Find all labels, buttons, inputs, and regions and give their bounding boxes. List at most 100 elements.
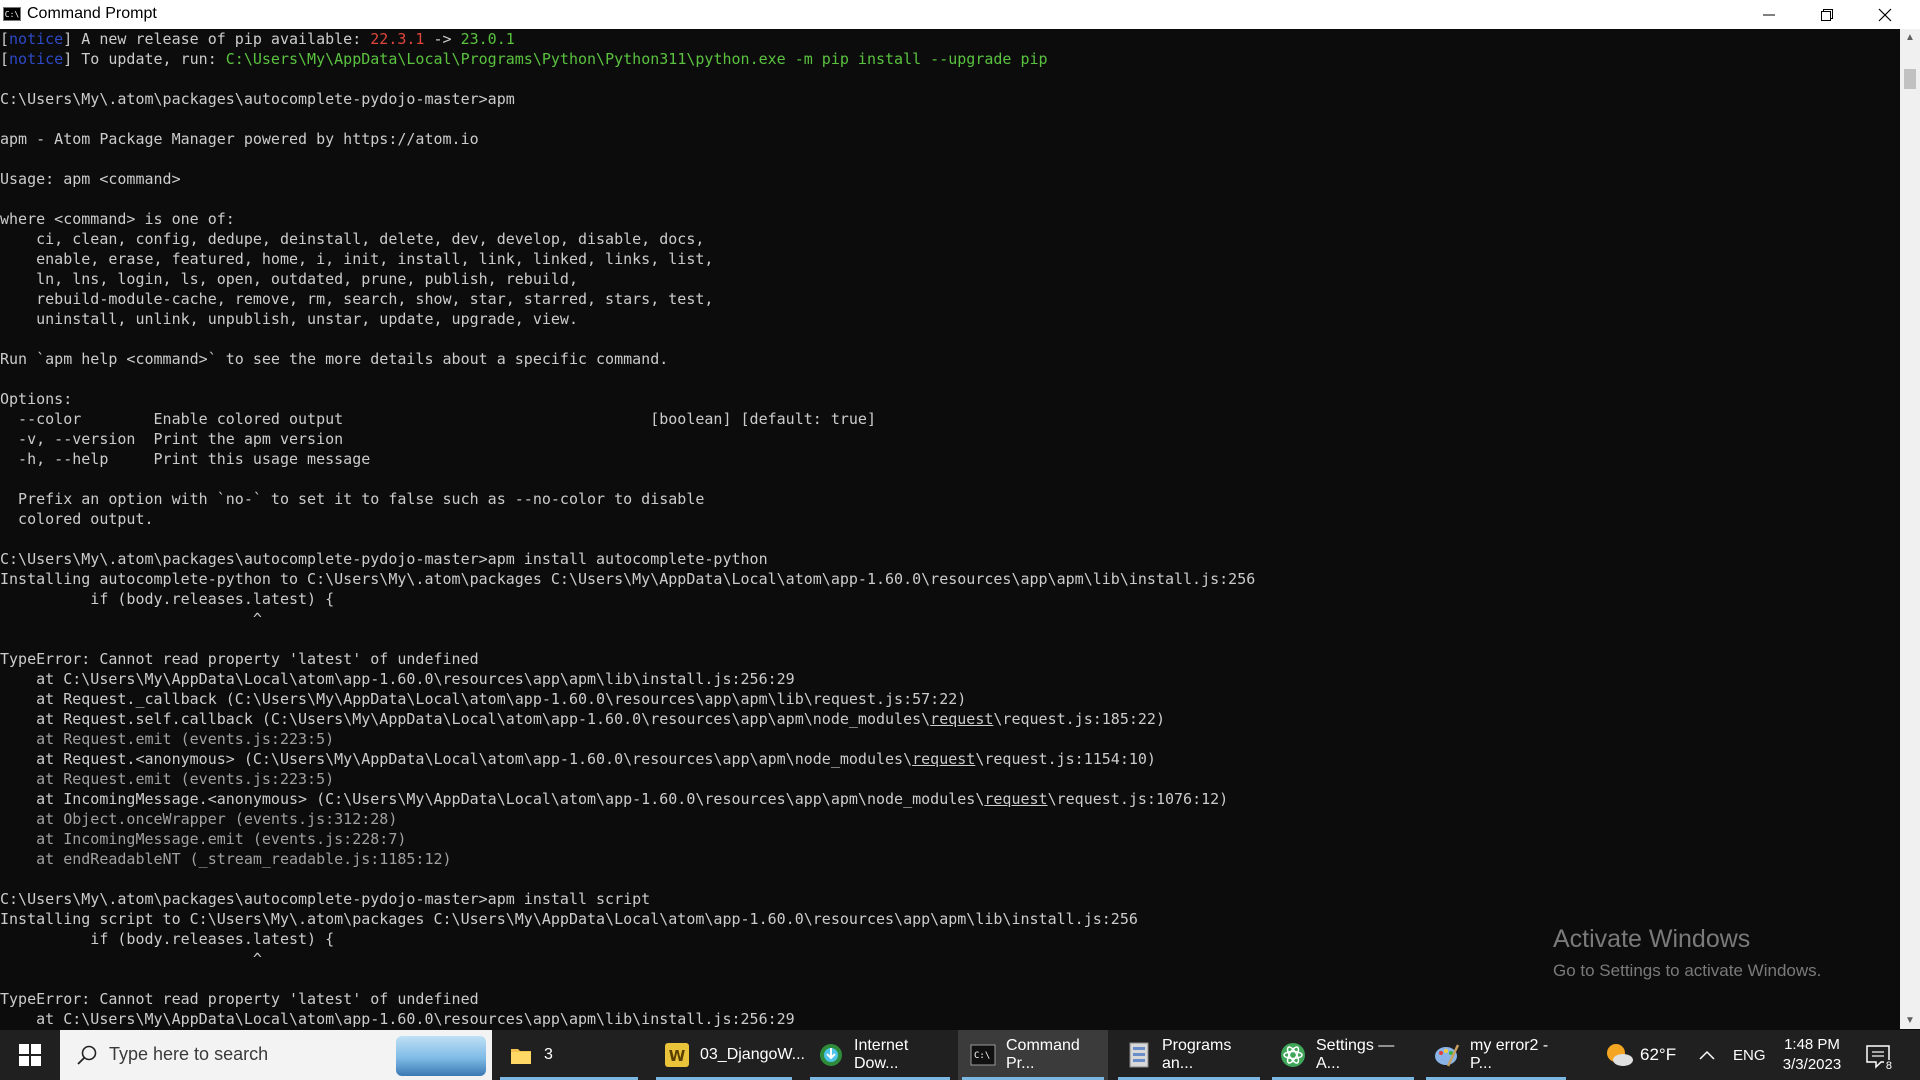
console-line: [notice] A new release of pip available:… xyxy=(0,29,1900,49)
command-prompt-app-icon[interactable]: C:\ xyxy=(3,7,21,21)
console-output[interactable]: [notice] A new release of pip available:… xyxy=(0,29,1900,1029)
console-line: Run `apm help <command>` to see the more… xyxy=(0,349,1900,369)
paint-icon xyxy=(1434,1042,1460,1068)
console-text-segment: ^ xyxy=(0,950,262,968)
minimize-button[interactable] xyxy=(1740,0,1798,29)
console-line: enable, erase, featured, home, i, init, … xyxy=(0,249,1900,269)
scrollbar-thumb[interactable] xyxy=(1904,69,1916,89)
activate-windows-watermark: Activate Windows Go to Settings to activ… xyxy=(1553,923,1821,983)
clock-date: 3/3/2023 xyxy=(1782,1056,1842,1073)
console-text-segment: ] To update, run: xyxy=(63,50,226,68)
console-line: at Request._callback (C:\Users\My\AppDat… xyxy=(0,689,1900,709)
taskbar-item-internet-download[interactable]: Internet Dow... xyxy=(806,1030,954,1080)
console-line: -v, --version Print the apm version xyxy=(0,429,1900,449)
console-line: TypeError: Cannot read property 'latest'… xyxy=(0,649,1900,669)
console-text-segment: at Request._callback (C:\Users\My\AppDat… xyxy=(0,690,967,708)
svg-text:W: W xyxy=(669,1047,686,1065)
vertical-scrollbar[interactable]: ▲ ▼ xyxy=(1900,29,1920,1029)
title-bar[interactable]: C:\ Command Prompt xyxy=(0,0,1920,29)
console-text-segment: Installing script to C:\Users\My\.atom\p… xyxy=(0,910,1138,928)
console-text-segment: -> xyxy=(424,30,461,48)
console-text-segment: at endReadableNT (_stream_readable.js:11… xyxy=(0,850,452,868)
taskbar-item-command-prompt[interactable]: C:\ Command Pr... xyxy=(958,1030,1108,1080)
console-line: apm - Atom Package Manager powered by ht… xyxy=(0,129,1900,149)
search-highlight-image[interactable] xyxy=(396,1036,486,1076)
console-line: ^ xyxy=(0,609,1900,629)
console-text-segment: Installing autocomplete-python to C:\Use… xyxy=(0,570,1256,588)
restore-button[interactable] xyxy=(1798,0,1856,29)
svg-text:C:\: C:\ xyxy=(974,1051,990,1061)
weather-icon xyxy=(1607,1044,1633,1066)
console-text-segment: where <command> is one of: xyxy=(0,210,235,228)
console-line: if (body.releases.latest) { xyxy=(0,589,1900,609)
console-text-segment: \request.js:1154:10) xyxy=(975,750,1156,768)
console-text-segment: request xyxy=(912,750,976,768)
console-line: where <command> is one of: xyxy=(0,209,1900,229)
taskbar-item-label: Settings — A... xyxy=(1316,1037,1395,1072)
window-title: Command Prompt xyxy=(27,5,157,22)
taskbar: Type here to search 3 W 03_DjangoW... In… xyxy=(0,1030,1920,1080)
show-hidden-icons-button[interactable] xyxy=(1699,1030,1715,1080)
console-text-segment: at C:\Users\My\AppData\Local\atom\app-1.… xyxy=(0,1010,795,1028)
programs-features-icon xyxy=(1126,1042,1152,1068)
console-text-segment: \request.js:1076:12) xyxy=(1047,790,1229,808)
console-line: Options: xyxy=(0,389,1900,409)
console-text-segment: at Object.onceWrapper (events.js:312:28) xyxy=(0,810,398,828)
scroll-up-arrow-icon[interactable]: ▲ xyxy=(1900,29,1920,46)
taskbar-item-paint[interactable]: my error2 - P... xyxy=(1422,1030,1570,1080)
watermark-subtitle: Go to Settings to activate Windows. xyxy=(1553,961,1822,980)
restore-icon xyxy=(1821,8,1833,21)
console-text-segment: ^ xyxy=(0,610,262,628)
console-line: at IncomingMessage.<anonymous> (C:\Users… xyxy=(0,789,1900,809)
console-line: at Request.<anonymous> (C:\Users\My\AppD… xyxy=(0,749,1900,769)
console-line: at C:\Users\My\AppData\Local\atom\app-1.… xyxy=(0,669,1900,689)
atom-settings-icon xyxy=(1280,1042,1306,1068)
scroll-down-arrow-icon[interactable]: ▼ xyxy=(1900,1012,1920,1029)
console-text-segment: notice xyxy=(9,50,64,68)
close-icon xyxy=(1878,8,1892,21)
notification-center-button[interactable]: 8 xyxy=(1864,1042,1894,1072)
console-line: uninstall, unlink, unpublish, unstar, up… xyxy=(0,309,1900,329)
console-text-segment: if (body.releases.latest) { xyxy=(0,930,335,948)
console-text-segment: \request.js:185:22) xyxy=(993,710,1165,728)
console-text-segment: at IncomingMessage.emit (events.js:228:7… xyxy=(0,830,407,848)
console-line: C:\Users\My\.atom\packages\autocomplete-… xyxy=(0,549,1900,569)
console-text-segment: TypeError: Cannot read property 'latest'… xyxy=(0,650,479,668)
taskbar-item-django-doc[interactable]: W 03_DjangoW... xyxy=(652,1030,805,1080)
console-line: at Request.self.callback (C:\Users\My\Ap… xyxy=(0,709,1900,729)
console-line: at C:\Users\My\AppData\Local\atom\app-1.… xyxy=(0,1009,1900,1029)
console-text-segment: -v, --version Print the apm version xyxy=(0,430,344,448)
console-line: at endReadableNT (_stream_readable.js:11… xyxy=(0,849,1900,869)
minimize-icon xyxy=(1763,14,1775,15)
console-text-segment: TypeError: Cannot read property 'latest'… xyxy=(0,990,479,1008)
console-text-segment: C:\Users\My\AppData\Local\Programs\Pytho… xyxy=(225,50,1048,68)
console-text-segment: apm - Atom Package Manager powered by ht… xyxy=(0,130,479,148)
taskbar-item-label: 3 xyxy=(544,1046,553,1063)
taskbar-item-folder[interactable]: 3 xyxy=(496,1030,642,1080)
search-icon xyxy=(77,1045,97,1065)
taskbar-item-atom-settings[interactable]: Settings — A... xyxy=(1268,1030,1418,1080)
weather-widget[interactable]: 62°F xyxy=(1604,1030,1676,1080)
console-line: C:\Users\My\.atom\packages\autocomplete-… xyxy=(0,89,1900,109)
console-line: [notice] To update, run: C:\Users\My\App… xyxy=(0,49,1900,69)
clock-time: 1:48 PM xyxy=(1784,1036,1840,1053)
taskbar-search-box[interactable]: Type here to search xyxy=(60,1030,492,1080)
close-button[interactable] xyxy=(1856,0,1914,29)
console-text-segment: [ xyxy=(0,50,10,68)
console-text-segment: at IncomingMessage.<anonymous> (C:\Users… xyxy=(0,790,985,808)
language-indicator[interactable]: ENG xyxy=(1733,1030,1766,1080)
console-text-segment: --color Enable colored output [boolean] … xyxy=(0,410,876,428)
console-text-segment: Usage: apm <command> xyxy=(0,170,181,188)
console-text-segment: 23.0.1 xyxy=(460,30,515,48)
clock[interactable]: 1:48 PM 3/3/2023 xyxy=(1764,1035,1860,1075)
start-button[interactable] xyxy=(0,1030,60,1080)
console-line: Usage: apm <command> xyxy=(0,169,1900,189)
console-text-segment: C:\Users\My\.atom\packages\autocomplete-… xyxy=(0,90,515,108)
taskbar-item-programs[interactable]: Programs an... xyxy=(1114,1030,1264,1080)
